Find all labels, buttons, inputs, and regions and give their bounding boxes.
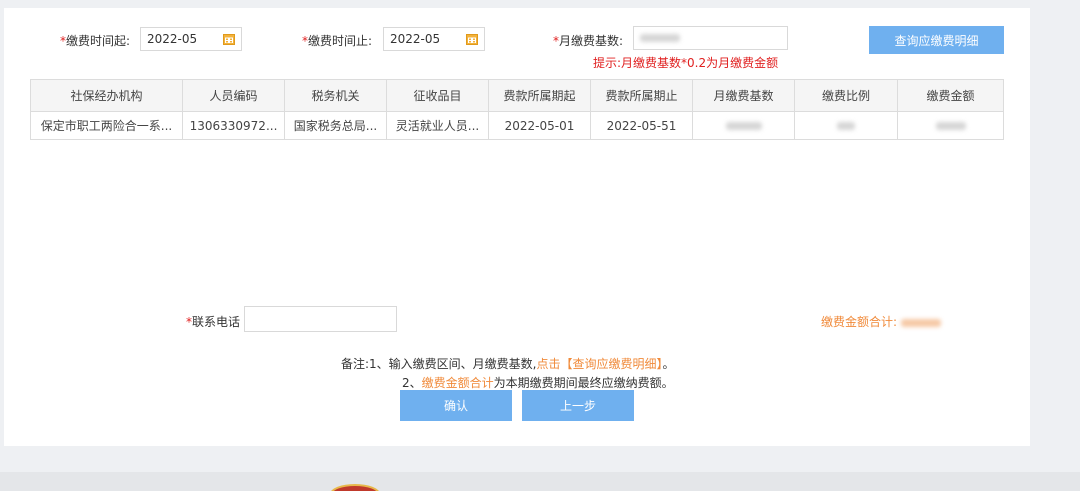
period-end-cell: 2022-05-51: [590, 111, 693, 140]
note-link-query: 点击【查询应缴费明细】: [536, 357, 663, 371]
note-link-total: 缴费金额合计: [421, 376, 494, 390]
column-header: 社保经办机构: [30, 79, 183, 112]
redacted-value: [640, 34, 680, 42]
column-header: 征收品目: [386, 79, 489, 112]
base-amount-label: *月缴费基数:: [553, 34, 624, 48]
calendar-icon[interactable]: [466, 33, 478, 45]
results-table: 社保经办机构 人员编码 税务机关 征收品目 费款所属期起 费款所属期止 月缴费基…: [30, 79, 1004, 140]
note-line-2: 2、缴费金额合计为本期缴费期间最终应缴纳费额。: [402, 376, 674, 390]
contact-phone-input[interactable]: [244, 306, 397, 332]
end-date-input[interactable]: 2022-05: [383, 27, 485, 51]
period-start-cell: 2022-05-01: [488, 111, 591, 140]
item-cell: 灵活就业人员...: [386, 111, 489, 140]
column-header: 税务机关: [284, 79, 387, 112]
hint-text: 提示:月缴费基数*0.2为月缴费金额: [593, 56, 779, 70]
main-panel: *缴费时间起: 2022-05 *缴费时间止: 2022-05 *月缴费基数:: [4, 8, 1030, 446]
confirm-button[interactable]: 确认: [400, 390, 512, 421]
redacted-value: [935, 121, 966, 130]
column-header: 人员编码: [182, 79, 285, 112]
end-date-label: *缴费时间止:: [302, 34, 373, 48]
redacted-value: [900, 318, 941, 327]
total-amount-label: 缴费金额合计:: [821, 313, 941, 330]
person-code-cell: 1306330972...: [182, 111, 285, 140]
redacted-value: [725, 121, 762, 130]
column-header: 缴费比例: [794, 79, 898, 112]
calendar-icon[interactable]: [223, 33, 235, 45]
start-date-label: *缴费时间起:: [60, 34, 131, 48]
column-header: 费款所属期起: [488, 79, 591, 112]
back-button[interactable]: 上一步: [522, 390, 634, 421]
start-date-input[interactable]: 2022-05: [140, 27, 242, 51]
column-header: 月缴费基数: [692, 79, 795, 112]
contact-label: *联系电话: [186, 315, 241, 329]
table-header-row: 社保经办机构 人员编码 税务机关 征收品目 费款所属期起 费款所属期止 月缴费基…: [30, 79, 1004, 112]
amount-cell: [897, 111, 1004, 140]
query-details-button[interactable]: 查询应缴费明细: [869, 26, 1004, 54]
agency-cell: 保定市职工两险合一系...: [30, 111, 183, 140]
table-row[interactable]: 保定市职工两险合一系... 1306330972... 国家税务总局... 灵活…: [30, 111, 1004, 140]
note-line-1: 备注:1、输入缴费区间、月缴费基数,点击【查询应缴费明细】。: [341, 357, 675, 371]
column-header: 费款所属期止: [590, 79, 693, 112]
tax-office-cell: 国家税务总局...: [284, 111, 387, 140]
base-amount-cell: [692, 111, 795, 140]
rate-cell: [794, 111, 898, 140]
redacted-value: [837, 121, 855, 130]
footer-bar: [0, 472, 1080, 491]
base-amount-input[interactable]: [633, 26, 788, 50]
column-header: 缴费金额: [897, 79, 1004, 112]
